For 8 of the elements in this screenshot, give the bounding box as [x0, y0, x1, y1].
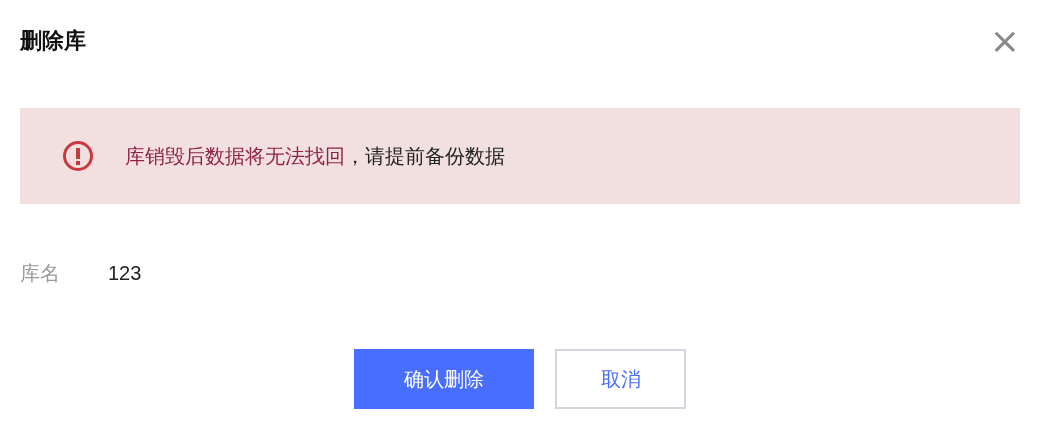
- confirm-delete-button[interactable]: 确认删除: [354, 349, 534, 409]
- field-label: 库名: [20, 260, 61, 287]
- field-value: 123: [108, 262, 142, 285]
- dialog-title: 删除库: [20, 27, 86, 55]
- warning-icon: [62, 140, 94, 172]
- cancel-button[interactable]: 取消: [555, 349, 686, 409]
- close-button[interactable]: ×: [989, 23, 1020, 59]
- warning-message: 库销毁后数据将无法找回，请提前备份数据: [125, 142, 505, 170]
